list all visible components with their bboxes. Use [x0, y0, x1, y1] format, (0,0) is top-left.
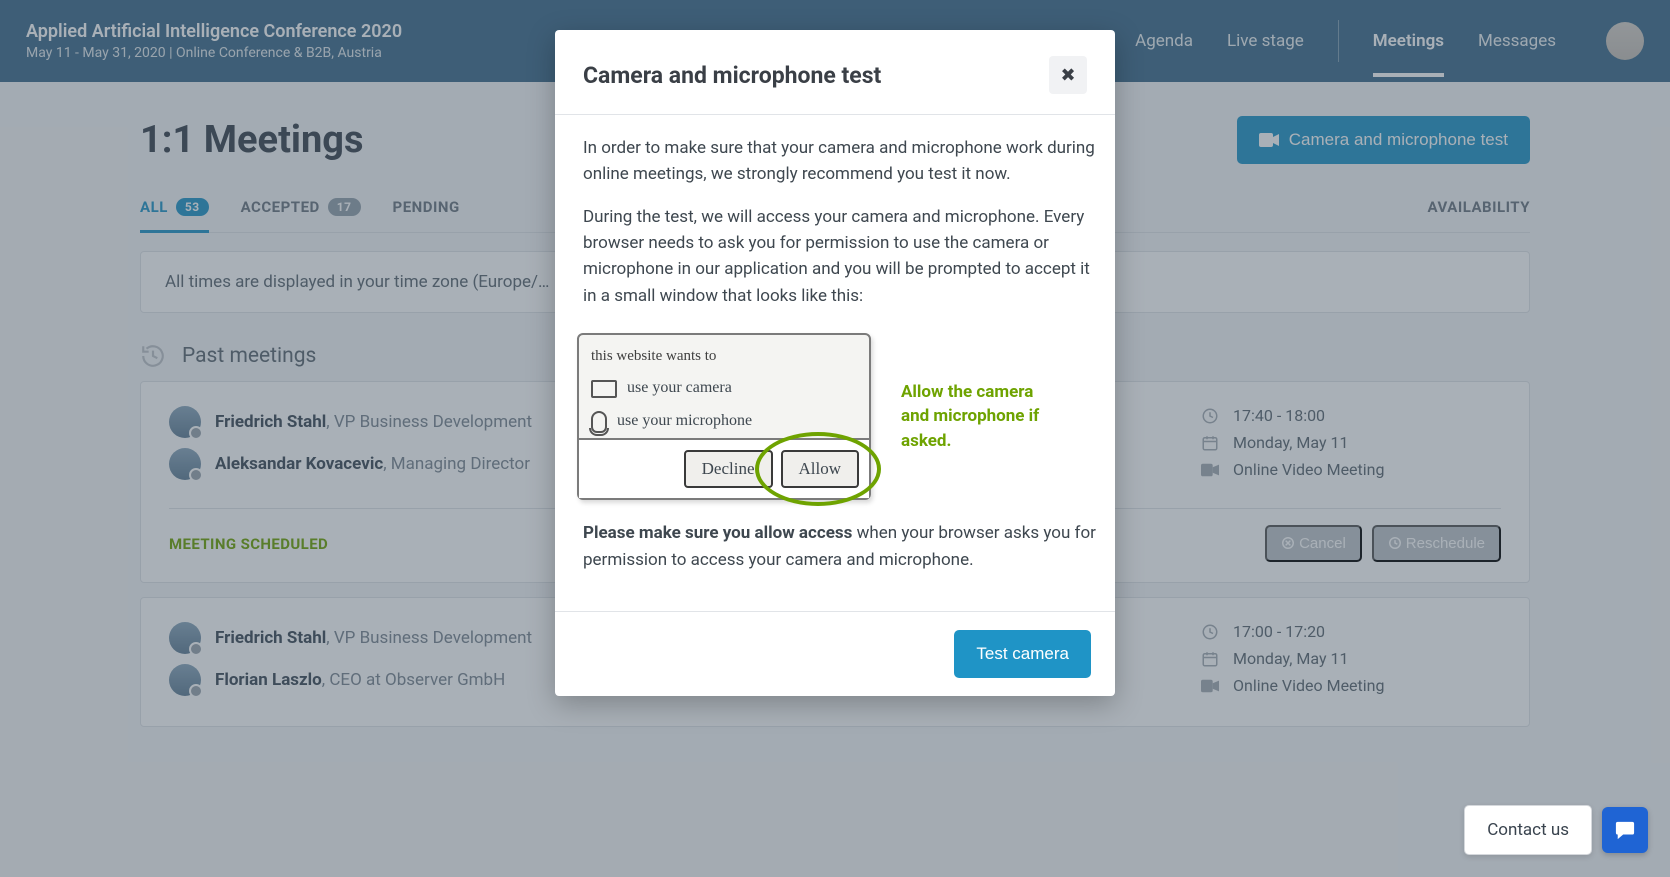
test-camera-button[interactable]: Test camera: [954, 630, 1091, 678]
close-icon: ✖: [1060, 65, 1075, 85]
modal-overlay[interactable]: Camera and microphone test ✖ In order to…: [0, 0, 1670, 877]
modal-text-strong: Please make sure you allow access: [583, 523, 852, 543]
chat-launcher-button[interactable]: [1602, 807, 1648, 853]
permission-header: this website wants to: [579, 335, 869, 372]
modal-text: Please make sure you allow access when y…: [583, 520, 1097, 573]
permission-allow-sketch: Allow: [781, 450, 860, 488]
test-camera-label: Test camera: [976, 644, 1069, 664]
modal-text: In order to make sure that your camera a…: [583, 135, 1097, 188]
contact-us-button[interactable]: Contact us: [1464, 805, 1592, 855]
permission-camera-label: use your camera: [627, 376, 732, 401]
camera-test-modal: Camera and microphone test ✖ In order to…: [555, 30, 1115, 696]
modal-close-button[interactable]: ✖: [1049, 56, 1087, 94]
microphone-sketch-icon: [591, 411, 607, 433]
camera-sketch-icon: [591, 380, 617, 398]
modal-text: During the test, we will access your cam…: [583, 204, 1097, 309]
contact-widget: Contact us: [1464, 805, 1648, 855]
modal-body[interactable]: In order to make sure that your camera a…: [555, 114, 1115, 612]
permission-decline-sketch: Decline: [684, 450, 773, 488]
modal-title: Camera and microphone test: [583, 62, 881, 89]
permission-dialog-sketch: this website wants to use your camera us…: [577, 333, 871, 500]
permission-illustration: this website wants to use your camera us…: [577, 333, 1091, 500]
contact-us-label: Contact us: [1487, 820, 1569, 840]
chat-icon: [1614, 820, 1636, 840]
permission-hint: Allow the camera and microphone if asked…: [901, 380, 1051, 454]
permission-mic-label: use your microphone: [617, 409, 752, 434]
